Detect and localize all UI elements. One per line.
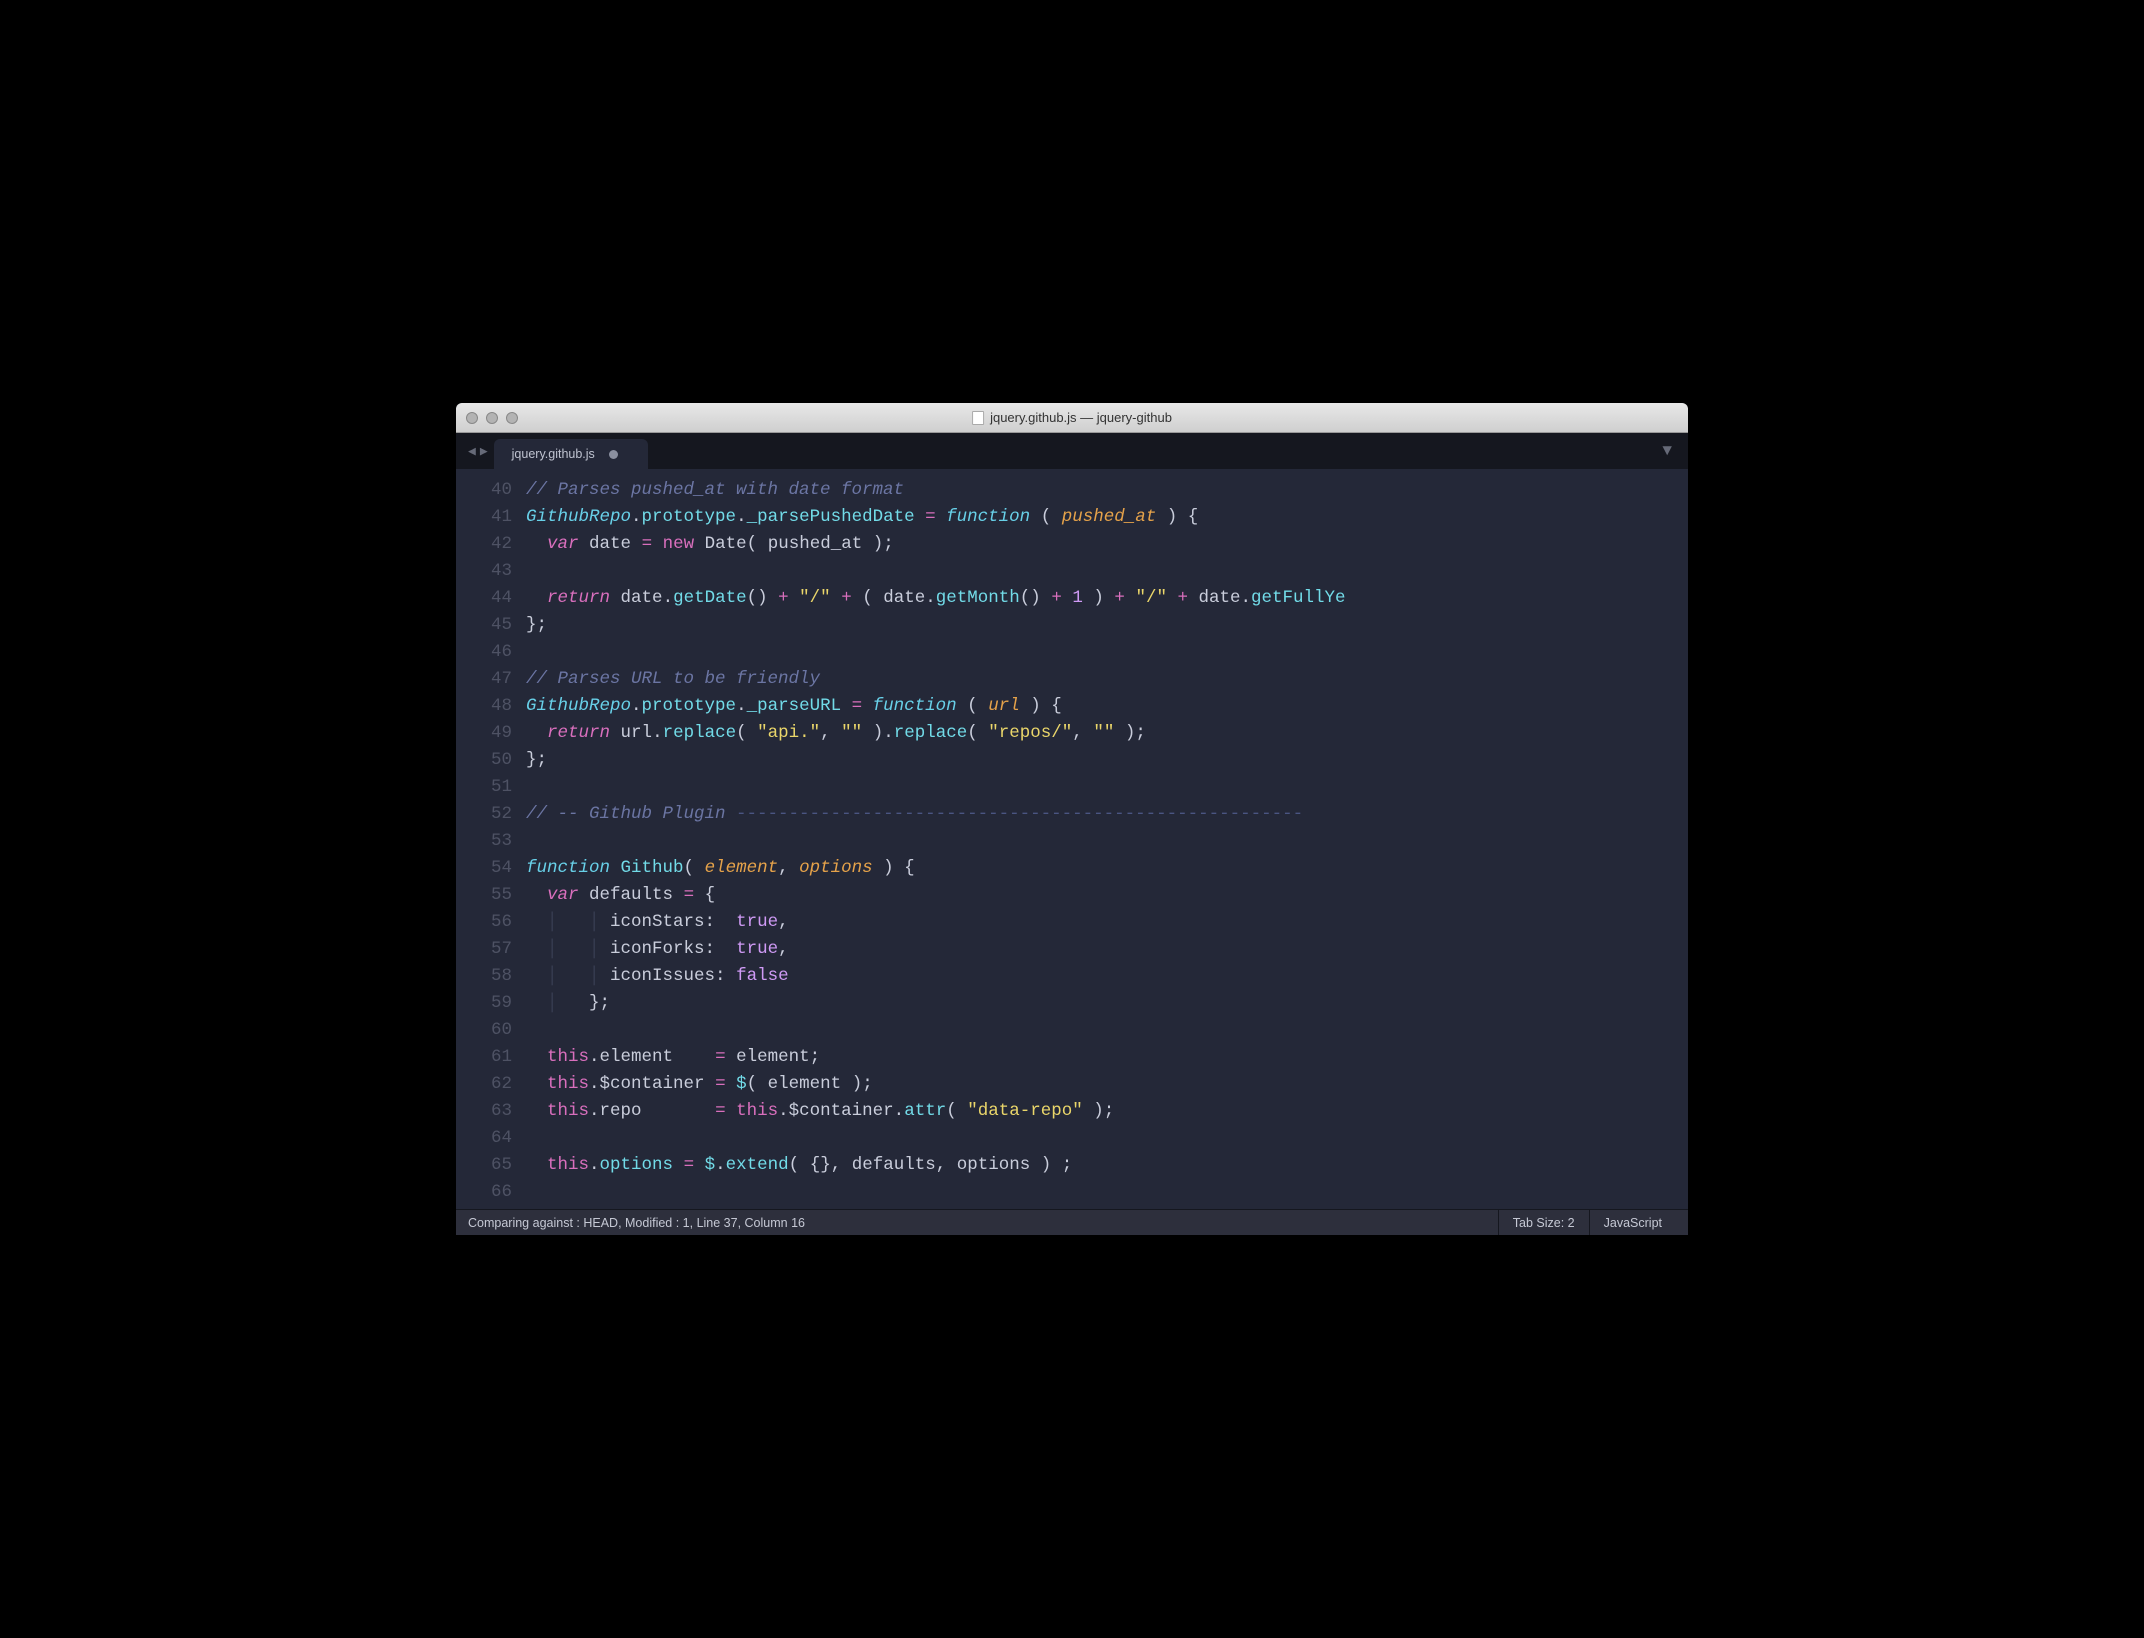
code-line[interactable]: // Parses URL to be friendly	[526, 666, 1688, 693]
code-line[interactable]: │ │ iconIssues: false	[526, 963, 1688, 990]
window-title-text: jquery.github.js — jquery-github	[990, 410, 1172, 425]
window-title: jquery.github.js — jquery-github	[972, 410, 1172, 425]
line-number: 64	[456, 1125, 512, 1152]
file-icon	[972, 411, 984, 425]
tab-label: jquery.github.js	[512, 447, 595, 461]
status-left[interactable]: Comparing against : HEAD, Modified : 1, …	[468, 1210, 819, 1235]
code-line[interactable]: return url.replace( "api.", "" ).replace…	[526, 720, 1688, 747]
line-number: 55	[456, 882, 512, 909]
traffic-lights	[466, 412, 518, 424]
editor-window: jquery.github.js — jquery-github ◀ ▶ jqu…	[456, 403, 1688, 1235]
line-number: 63	[456, 1098, 512, 1125]
code-line[interactable]	[526, 558, 1688, 585]
code-line[interactable]: this.options = $.extend( {}, defaults, o…	[526, 1152, 1688, 1179]
line-number: 45	[456, 612, 512, 639]
code-line[interactable]: return date.getDate() + "/" + ( date.get…	[526, 585, 1688, 612]
status-language[interactable]: JavaScript	[1589, 1210, 1676, 1235]
code-line[interactable]: this.$container = $( element );	[526, 1071, 1688, 1098]
code-line[interactable]: │ │ iconForks: true,	[526, 936, 1688, 963]
nav-back-icon[interactable]: ◀	[468, 444, 476, 459]
nav-forward-icon[interactable]: ▶	[480, 444, 488, 459]
line-number-gutter: 4041424344454647484950515253545556575859…	[456, 469, 526, 1209]
dirty-indicator-icon	[609, 450, 618, 459]
line-number: 41	[456, 504, 512, 531]
code-line[interactable]: GithubRepo.prototype._parsePushedDate = …	[526, 504, 1688, 531]
code-content[interactable]: // Parses pushed_at with date formatGith…	[526, 469, 1688, 1209]
line-number: 44	[456, 585, 512, 612]
line-number: 50	[456, 747, 512, 774]
line-number: 58	[456, 963, 512, 990]
code-line[interactable]	[526, 639, 1688, 666]
code-line[interactable]: │ };	[526, 990, 1688, 1017]
code-editor[interactable]: 4041424344454647484950515253545556575859…	[456, 469, 1688, 1209]
status-bar: Comparing against : HEAD, Modified : 1, …	[456, 1209, 1688, 1235]
code-line[interactable]	[526, 828, 1688, 855]
code-line[interactable]: this.repo = this.$container.attr( "data-…	[526, 1098, 1688, 1125]
line-number: 40	[456, 477, 512, 504]
minimize-icon[interactable]	[486, 412, 498, 424]
line-number: 61	[456, 1044, 512, 1071]
line-number: 53	[456, 828, 512, 855]
code-line[interactable]: var date = new Date( pushed_at );	[526, 531, 1688, 558]
code-line[interactable]: this.element = element;	[526, 1044, 1688, 1071]
line-number: 60	[456, 1017, 512, 1044]
code-line[interactable]: // Parses pushed_at with date format	[526, 477, 1688, 504]
line-number: 66	[456, 1179, 512, 1206]
zoom-icon[interactable]	[506, 412, 518, 424]
line-number: 57	[456, 936, 512, 963]
code-line[interactable]	[526, 1017, 1688, 1044]
line-number: 59	[456, 990, 512, 1017]
code-line[interactable]: │ │ iconStars: true,	[526, 909, 1688, 936]
line-number: 52	[456, 801, 512, 828]
line-number: 46	[456, 639, 512, 666]
line-number: 51	[456, 774, 512, 801]
code-line[interactable]	[526, 1125, 1688, 1152]
status-tabsize[interactable]: Tab Size: 2	[1498, 1210, 1589, 1235]
code-line[interactable]: var defaults = {	[526, 882, 1688, 909]
tab-active[interactable]: jquery.github.js	[494, 439, 648, 469]
code-line[interactable]	[526, 774, 1688, 801]
titlebar[interactable]: jquery.github.js — jquery-github	[456, 403, 1688, 433]
code-line[interactable]: };	[526, 747, 1688, 774]
code-line[interactable]: // -- Github Plugin --------------------…	[526, 801, 1688, 828]
line-number: 54	[456, 855, 512, 882]
line-number: 42	[456, 531, 512, 558]
line-number: 62	[456, 1071, 512, 1098]
code-line[interactable]	[526, 1179, 1688, 1206]
line-number: 43	[456, 558, 512, 585]
line-number: 65	[456, 1152, 512, 1179]
line-number: 56	[456, 909, 512, 936]
code-line[interactable]: };	[526, 612, 1688, 639]
tab-overflow-icon[interactable]: ▼	[1662, 442, 1682, 460]
code-line[interactable]: GithubRepo.prototype._parseURL = functio…	[526, 693, 1688, 720]
line-number: 48	[456, 693, 512, 720]
tab-bar: ◀ ▶ jquery.github.js ▼	[456, 433, 1688, 469]
line-number: 49	[456, 720, 512, 747]
line-number: 47	[456, 666, 512, 693]
nav-arrows: ◀ ▶	[462, 444, 494, 459]
code-line[interactable]: function Github( element, options ) {	[526, 855, 1688, 882]
close-icon[interactable]	[466, 412, 478, 424]
